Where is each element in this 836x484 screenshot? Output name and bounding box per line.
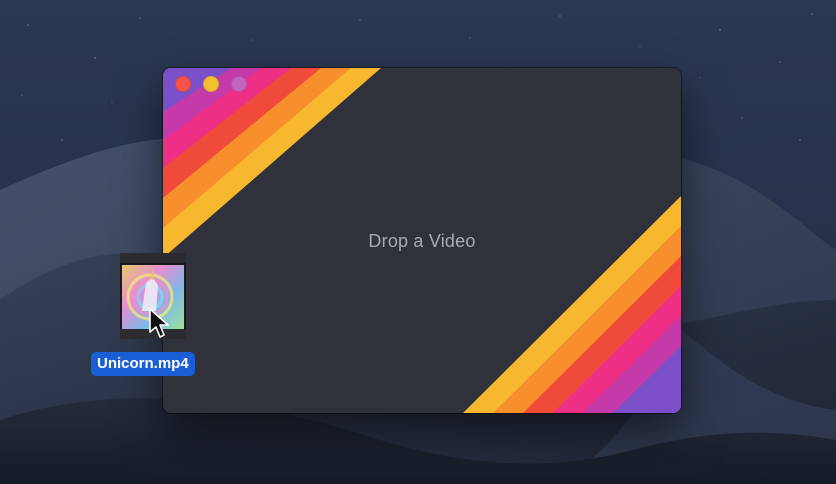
pointer-cursor-icon — [149, 308, 169, 338]
file-name-label[interactable]: Unicorn.mp4 — [91, 352, 195, 376]
video-drop-zone[interactable]: Drop a Video — [163, 68, 681, 413]
app-window: Drop a Video — [163, 68, 681, 413]
drop-prompt-label: Drop a Video — [368, 231, 476, 251]
desktop: Drop a Video Unicorn.mp4 — [0, 0, 836, 484]
